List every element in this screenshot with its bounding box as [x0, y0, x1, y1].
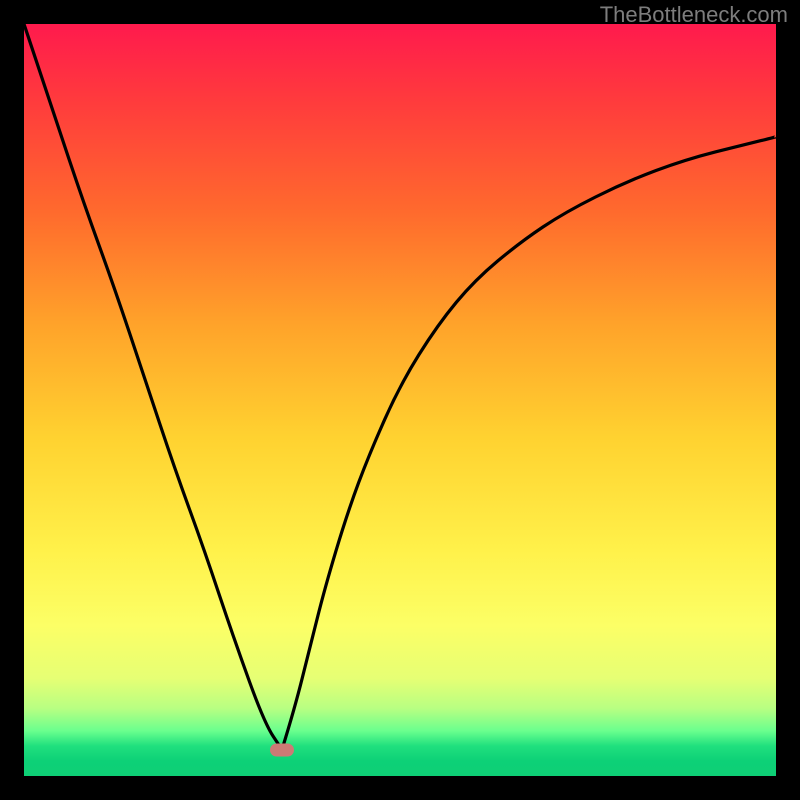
- plot-area: [24, 24, 776, 776]
- chart-frame: TheBottleneck.com: [0, 0, 800, 800]
- minimum-marker: [270, 743, 294, 756]
- bottleneck-curve: [24, 24, 776, 776]
